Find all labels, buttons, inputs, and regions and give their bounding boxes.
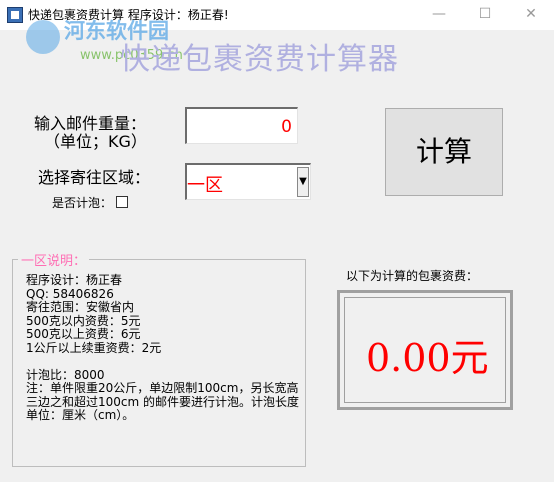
foam-checkbox[interactable]	[116, 196, 128, 208]
description-line: QQ: 58406826	[26, 286, 114, 301]
result-label: 以下为计算的包裹资费：	[346, 269, 479, 283]
description-line: 程序设计：杨正春	[26, 273, 123, 287]
unit-label: （单位；KG）	[44, 132, 147, 151]
result-value: 0.00元	[366, 336, 489, 380]
app-icon	[7, 7, 23, 23]
maximize-button[interactable]: ☐	[462, 0, 508, 30]
calculate-button[interactable]: 计算	[385, 108, 503, 196]
description-line: 500克以内资费：5元	[26, 313, 141, 328]
chevron-down-icon[interactable]: ▼	[297, 167, 309, 197]
foam-ratio-text: 计泡比：8000	[26, 367, 105, 382]
description-note: 注：单件限重20公斤，单边限制100cm，另长宽高三边之和超过100cm 的邮件…	[26, 381, 300, 422]
description-line: 寄往范围：安徽省内	[26, 300, 135, 314]
page-title: 快递包裹资费计算器	[120, 42, 399, 77]
close-button[interactable]: ✕	[508, 0, 554, 30]
description-line: 500克以上资费：6元	[26, 327, 141, 341]
zone-selected-value: 一区	[187, 175, 223, 196]
description-legend: 一区说明：	[18, 250, 90, 269]
zone-select[interactable]: 一区 ▼	[185, 163, 311, 200]
result-panel: 0.00元	[337, 290, 513, 410]
zone-label: 选择寄往区域：	[38, 168, 151, 187]
description-line: 1公斤以上续重资费：2元	[26, 340, 162, 355]
description-text: 程序设计：杨正春 QQ: 58406826 寄往范围：安徽省内 500克以内资费…	[26, 273, 300, 423]
weight-input[interactable]: 0	[185, 107, 298, 144]
foam-label: 是否计泡：	[52, 196, 113, 210]
minimize-button[interactable]: —	[416, 0, 462, 30]
watermark-logo-icon	[26, 20, 60, 54]
